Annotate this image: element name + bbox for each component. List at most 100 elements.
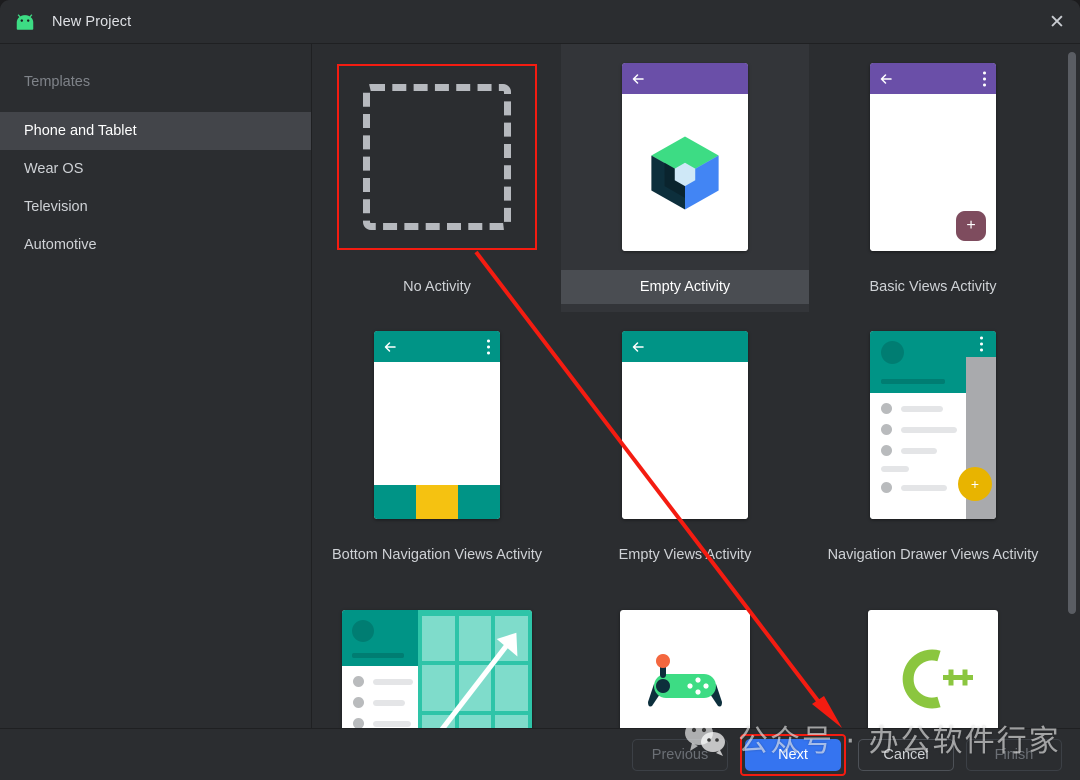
phone-mockup: + bbox=[870, 331, 996, 519]
template-tile-game-activity[interactable] bbox=[561, 580, 809, 728]
dashboard-sidebar bbox=[342, 610, 418, 728]
phone-mockup bbox=[622, 331, 748, 519]
bullet-icon bbox=[353, 697, 364, 708]
cpp-logo-icon bbox=[893, 644, 973, 714]
text-placeholder bbox=[352, 653, 404, 658]
close-icon[interactable]: ✕ bbox=[1034, 0, 1080, 44]
dashboard-list-item bbox=[353, 718, 418, 728]
phone-content bbox=[374, 362, 500, 519]
bullet-icon bbox=[353, 676, 364, 687]
vertical-scrollbar[interactable] bbox=[1068, 52, 1076, 614]
overflow-menu-icon bbox=[980, 337, 983, 352]
template-tile-label: Empty Activity bbox=[561, 270, 809, 304]
trend-arrow-icon bbox=[418, 610, 532, 728]
template-thumbnail bbox=[561, 44, 809, 270]
template-thumbnail bbox=[313, 312, 561, 538]
template-tile-basic-views-activity[interactable]: + Basic Views Activity bbox=[809, 44, 1057, 312]
finish-button: Finish bbox=[966, 739, 1062, 771]
game-mockup bbox=[620, 610, 750, 728]
sidebar-item-automotive[interactable]: Automotive bbox=[0, 226, 311, 264]
page-title: New Project bbox=[52, 14, 131, 30]
text-placeholder bbox=[901, 406, 943, 412]
text-placeholder bbox=[373, 700, 405, 706]
back-arrow-icon bbox=[631, 72, 645, 86]
template-thumbnail: + bbox=[809, 44, 1057, 270]
template-thumbnail bbox=[561, 312, 809, 538]
template-grid: No Activity bbox=[313, 44, 1068, 728]
dashboard-mockup bbox=[342, 610, 532, 728]
template-tile-label: Navigation Drawer Views Activity bbox=[809, 538, 1057, 572]
template-tile-bottom-navigation-views-activity[interactable]: Bottom Navigation Views Activity bbox=[313, 312, 561, 580]
dashboard-chart bbox=[418, 610, 532, 728]
avatar bbox=[352, 620, 374, 642]
bullet-icon bbox=[353, 718, 364, 728]
sidebar-item-wear-os[interactable]: Wear OS bbox=[0, 150, 311, 188]
text-placeholder bbox=[881, 466, 909, 472]
cpp-mockup bbox=[868, 610, 998, 728]
sidebar-item-television[interactable]: Television bbox=[0, 188, 311, 226]
annotation-box-no-activity bbox=[337, 64, 537, 250]
dashed-square-icon bbox=[363, 84, 511, 230]
avatar bbox=[881, 341, 904, 364]
template-grid-panel: No Activity bbox=[313, 44, 1080, 728]
title-bar: New Project ✕ bbox=[0, 0, 1080, 44]
drawer-item bbox=[881, 482, 966, 493]
template-tile-navigation-drawer-views-activity[interactable]: + Navigation Drawer Views Activity bbox=[809, 312, 1057, 580]
cancel-button[interactable]: Cancel bbox=[858, 739, 954, 771]
template-tile-dashboard[interactable] bbox=[313, 580, 561, 728]
back-arrow-icon bbox=[383, 340, 397, 354]
game-controller-icon bbox=[646, 650, 724, 708]
new-project-dialog: New Project ✕ Templates Phone and Tablet… bbox=[0, 0, 1080, 780]
template-tile-label: Empty Views Activity bbox=[561, 538, 809, 572]
sidebar-item-label: Automotive bbox=[24, 237, 97, 253]
navigation-drawer bbox=[870, 331, 966, 519]
floating-action-button-icon: + bbox=[956, 211, 986, 241]
next-button[interactable]: Next bbox=[745, 739, 841, 771]
text-placeholder bbox=[373, 721, 411, 727]
sidebar-item-label: Wear OS bbox=[24, 161, 83, 177]
sidebar-category-list: Phone and Tablet Wear OS Television Auto… bbox=[0, 112, 311, 264]
bullet-icon bbox=[881, 482, 892, 493]
bullet-icon bbox=[881, 403, 892, 414]
template-tile-label: Bottom Navigation Views Activity bbox=[313, 538, 561, 572]
drawer-item bbox=[881, 403, 966, 414]
app-bar bbox=[966, 331, 996, 357]
android-robot-icon bbox=[14, 14, 36, 30]
template-tile-empty-views-activity[interactable]: Empty Views Activity bbox=[561, 312, 809, 580]
template-tile-native-cpp[interactable] bbox=[809, 580, 1057, 728]
drawer-divider bbox=[881, 466, 966, 472]
sidebar-item-label: Phone and Tablet bbox=[24, 123, 137, 139]
template-thumbnail bbox=[561, 580, 809, 728]
template-thumbnail bbox=[313, 44, 561, 270]
sidebar-header: Templates bbox=[0, 44, 311, 90]
drawer-item bbox=[881, 445, 966, 456]
drawer-item bbox=[881, 424, 966, 435]
floating-action-button-icon: + bbox=[958, 467, 992, 501]
drawer-header bbox=[870, 331, 966, 393]
text-placeholder bbox=[373, 679, 413, 685]
text-placeholder bbox=[901, 427, 957, 433]
sidebar: Templates Phone and Tablet Wear OS Telev… bbox=[0, 44, 312, 728]
bottom-navigation-bar bbox=[374, 485, 500, 519]
overflow-menu-icon bbox=[983, 71, 986, 86]
template-tile-label: Basic Views Activity bbox=[809, 270, 1057, 304]
phone-mockup bbox=[622, 63, 748, 251]
annotation-box-next-button: Next bbox=[740, 734, 846, 776]
bullet-icon bbox=[881, 445, 892, 456]
phone-content: + bbox=[870, 94, 996, 251]
text-placeholder bbox=[901, 485, 947, 491]
sidebar-item-phone-and-tablet[interactable]: Phone and Tablet bbox=[0, 112, 311, 150]
template-thumbnail bbox=[809, 580, 1057, 728]
back-arrow-icon bbox=[879, 72, 893, 86]
template-thumbnail: + bbox=[809, 312, 1057, 538]
phone-mockup bbox=[374, 331, 500, 519]
back-arrow-icon bbox=[631, 340, 645, 354]
jetpack-compose-icon bbox=[648, 135, 722, 211]
template-tile-label: No Activity bbox=[313, 270, 561, 304]
template-tile-no-activity[interactable]: No Activity bbox=[313, 44, 561, 312]
phone-content bbox=[622, 362, 748, 519]
template-tile-empty-activity[interactable]: Empty Activity bbox=[561, 44, 809, 312]
phone-mockup: + bbox=[870, 63, 996, 251]
overflow-menu-icon bbox=[487, 339, 490, 354]
previous-button: Previous bbox=[632, 739, 728, 771]
